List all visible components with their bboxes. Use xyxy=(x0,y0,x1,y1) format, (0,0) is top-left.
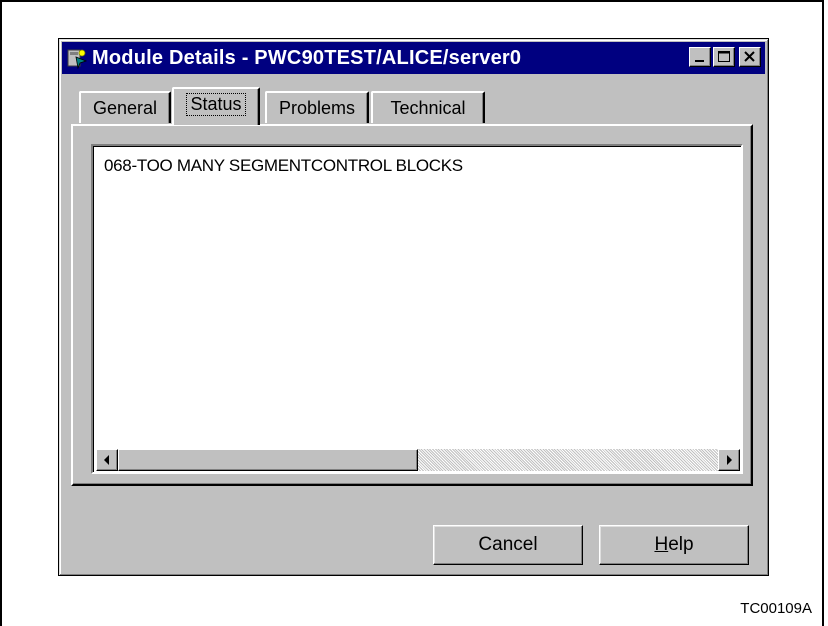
tab-technical[interactable]: Technical xyxy=(371,91,485,123)
tab-technical-label: Technical xyxy=(390,97,466,118)
help-button-mnemonic: H xyxy=(654,534,669,555)
title-bar[interactable]: Module Details - PWC90TEST/ALICE/server0 xyxy=(62,42,765,74)
tab-problems[interactable]: Problems xyxy=(265,91,369,123)
figure-id: TC00109A xyxy=(740,600,812,617)
horizontal-scrollbar[interactable] xyxy=(96,449,740,471)
arrow-left-icon xyxy=(104,455,109,465)
scroll-left-button[interactable] xyxy=(96,449,118,471)
tab-general[interactable]: General xyxy=(79,91,171,123)
tab-general-label: General xyxy=(92,97,158,118)
close-button[interactable] xyxy=(739,47,761,67)
help-button-label: elp xyxy=(668,534,694,555)
tab-status[interactable]: Status xyxy=(172,87,260,125)
maximize-button[interactable] xyxy=(713,47,735,67)
minimize-button[interactable] xyxy=(689,47,711,67)
minimize-icon xyxy=(695,60,704,62)
scroll-thumb[interactable] xyxy=(118,449,418,471)
module-icon xyxy=(66,47,88,70)
help-button[interactable]: Help xyxy=(599,525,749,565)
cancel-button[interactable]: Cancel xyxy=(433,525,583,565)
tab-problems-label: Problems xyxy=(278,97,356,118)
scroll-right-button[interactable] xyxy=(718,449,740,471)
status-tab-panel: 068-TOO MANY SEGMENTCONTROL BLOCKS xyxy=(71,124,753,486)
close-icon xyxy=(744,51,755,62)
window-title: Module Details - PWC90TEST/ALICE/server0 xyxy=(92,46,522,69)
list-item[interactable]: 068-TOO MANY SEGMENTCONTROL BLOCKS xyxy=(104,156,463,176)
maximize-icon xyxy=(718,51,730,62)
arrow-right-icon xyxy=(727,455,732,465)
module-details-window: Module Details - PWC90TEST/ALICE/server0 xyxy=(58,38,769,576)
status-list[interactable]: 068-TOO MANY SEGMENTCONTROL BLOCKS xyxy=(91,144,743,474)
tab-status-label: Status xyxy=(186,92,246,116)
